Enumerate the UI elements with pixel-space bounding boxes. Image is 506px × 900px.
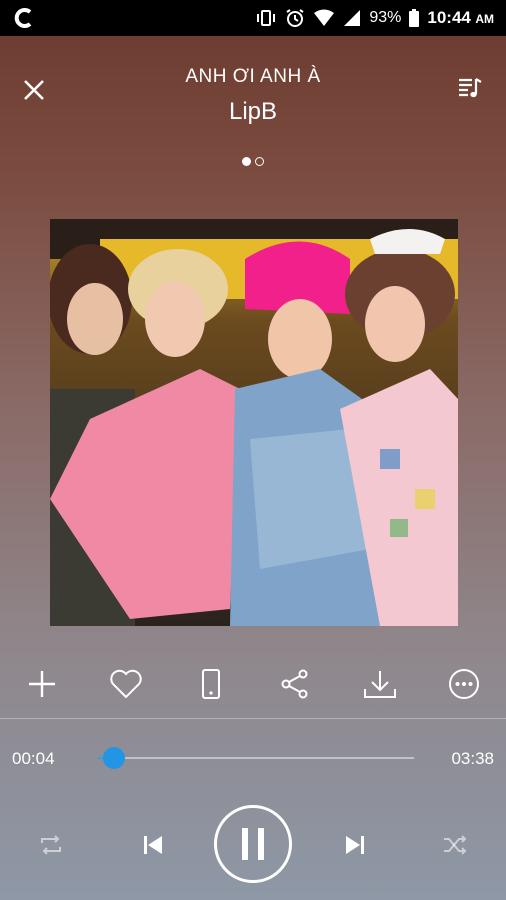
playlist-icon [459, 78, 482, 98]
playback-controls [0, 800, 506, 890]
add-to-playlist-button[interactable] [20, 662, 64, 706]
page-dot-active[interactable] [242, 157, 251, 166]
vibrate-icon [257, 10, 276, 26]
previous-icon [144, 836, 162, 854]
pause-icon [242, 828, 264, 860]
battery-icon [409, 9, 420, 27]
wifi-icon [314, 9, 335, 26]
more-button[interactable] [442, 662, 486, 706]
c-logo-icon [14, 8, 32, 28]
repeat-icon [41, 835, 61, 855]
artist-name: LipB [228, 98, 278, 125]
add-icon [29, 671, 55, 697]
action-row [0, 662, 506, 706]
share-button[interactable] [273, 662, 317, 706]
signal-icon [344, 10, 361, 26]
next-button[interactable] [338, 828, 372, 862]
like-button[interactable] [104, 662, 148, 706]
shuffle-button[interactable] [438, 830, 472, 860]
status-bar: 93% 10:44 AM [0, 0, 506, 36]
song-title: ANH ƠI ANH À [185, 66, 321, 87]
queue-button[interactable] [454, 72, 486, 104]
battery-percent: 93% [369, 9, 402, 26]
ringtone-button[interactable] [189, 662, 233, 706]
clock-time: 10:44 [427, 8, 471, 27]
shuffle-icon [444, 835, 467, 855]
page-indicator [0, 157, 506, 166]
page-dot[interactable] [255, 157, 264, 166]
clock-ampm: AM [475, 12, 494, 26]
seek-thumb[interactable] [102, 747, 125, 769]
current-time: 00:04 [12, 749, 55, 768]
more-icon [449, 669, 479, 699]
repeat-button[interactable] [34, 830, 68, 860]
seek-bar[interactable] [98, 747, 414, 769]
phone-icon [202, 669, 220, 699]
album-cover [50, 219, 458, 626]
previous-button[interactable] [136, 828, 170, 862]
pause-button[interactable] [214, 805, 292, 883]
alarm-icon [286, 9, 304, 27]
download-icon [364, 671, 396, 698]
player-header: ANH ƠI ANH À LipB [0, 36, 506, 146]
next-icon [346, 836, 364, 854]
heart-icon [110, 669, 142, 699]
share-icon [281, 669, 308, 699]
total-time: 03:38 [451, 749, 494, 768]
download-button[interactable] [358, 662, 402, 706]
divider [0, 718, 506, 719]
